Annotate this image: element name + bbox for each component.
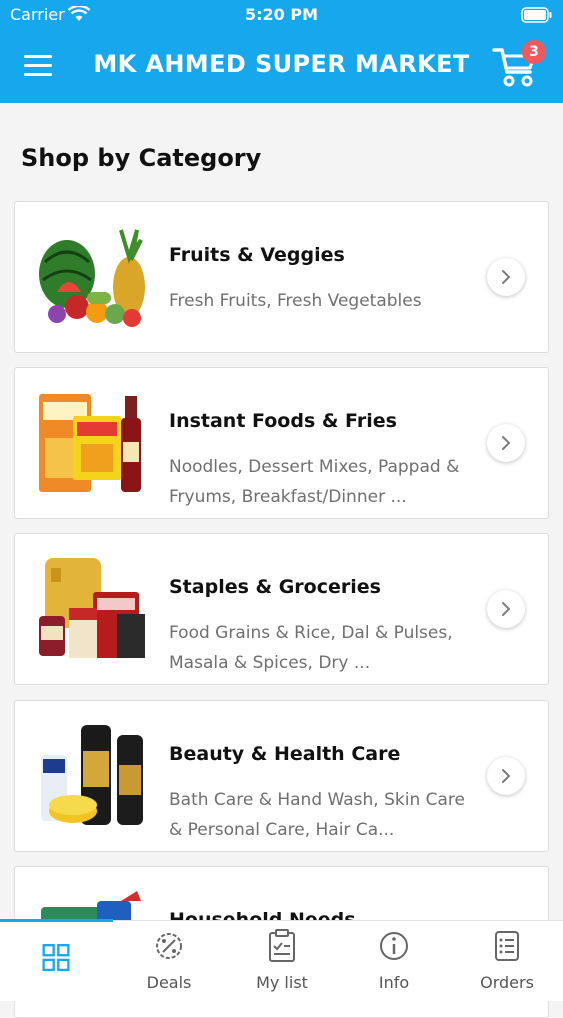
tab-categories[interactable] xyxy=(0,921,112,1001)
chevron-right-icon xyxy=(502,602,511,616)
app-title: MK AHMED SUPER MARKET xyxy=(93,50,470,78)
category-name: Fruits & Veggies xyxy=(169,244,345,266)
open-category-button[interactable] xyxy=(487,590,525,628)
tab-deals[interactable]: Deals xyxy=(113,921,225,1001)
category-card-fruits-veggies[interactable]: Fruits & Veggies Fresh Fruits, Fresh Veg… xyxy=(14,201,549,353)
chevron-right-icon xyxy=(502,436,511,450)
orders-icon xyxy=(495,931,519,961)
tab-orders[interactable]: Orders xyxy=(451,921,563,1001)
open-category-button[interactable] xyxy=(487,258,525,296)
status-bar: Carrier 5:20 PM xyxy=(0,0,563,30)
deals-icon xyxy=(156,933,182,959)
instant-foods-image xyxy=(39,394,141,492)
battery-icon xyxy=(521,7,552,23)
tab-label: Deals xyxy=(146,973,192,992)
app-header: Carrier 5:20 PM MK AHMED SUPER MARKET 3 xyxy=(0,0,563,103)
category-name: Beauty & Health Care xyxy=(169,743,401,765)
beauty-image xyxy=(41,725,143,825)
tab-my-list[interactable]: My list xyxy=(226,921,338,1001)
clipboard-icon xyxy=(269,929,295,962)
cart-count-badge: 3 xyxy=(522,40,546,64)
tab-label: Info xyxy=(378,973,410,992)
category-card-beauty-health[interactable]: Beauty & Health Care Bath Care & Hand Wa… xyxy=(14,700,549,852)
clock: 5:20 PM xyxy=(244,5,318,24)
chevron-right-icon xyxy=(502,270,511,284)
tab-info[interactable]: Info xyxy=(338,921,450,1001)
chevron-right-icon xyxy=(502,769,511,783)
cart-button[interactable]: 3 xyxy=(490,40,550,90)
grid-icon xyxy=(42,944,70,972)
category-description: Fresh Fruits, Fresh Vegetables xyxy=(169,291,422,311)
category-description: Bath Care & Hand Wash, Skin Care & Perso… xyxy=(169,790,465,840)
category-name: Staples & Groceries xyxy=(169,576,381,598)
staples-image xyxy=(39,558,145,658)
category-card-instant-foods[interactable]: Instant Foods & Fries Noodles, Dessert M… xyxy=(14,367,549,519)
open-category-button[interactable] xyxy=(487,424,525,462)
category-card-staples-groceries[interactable]: Staples & Groceries Food Grains & Rice, … xyxy=(14,533,549,685)
category-name: Instant Foods & Fries xyxy=(169,410,397,432)
section-title: Shop by Category xyxy=(21,144,262,172)
fruits-veggies-image xyxy=(39,229,145,327)
tab-label: Orders xyxy=(480,973,534,992)
bottom-tab-bar: Deals My list Info Orders xyxy=(0,919,563,1001)
category-description: Food Grains & Rice, Dal & Pulses, Masala… xyxy=(169,623,453,673)
open-category-button[interactable] xyxy=(487,757,525,795)
category-description: Noodles, Dessert Mixes, Pappad & Fryums,… xyxy=(169,457,460,507)
info-icon xyxy=(380,932,408,960)
tab-label: My list xyxy=(256,973,308,992)
